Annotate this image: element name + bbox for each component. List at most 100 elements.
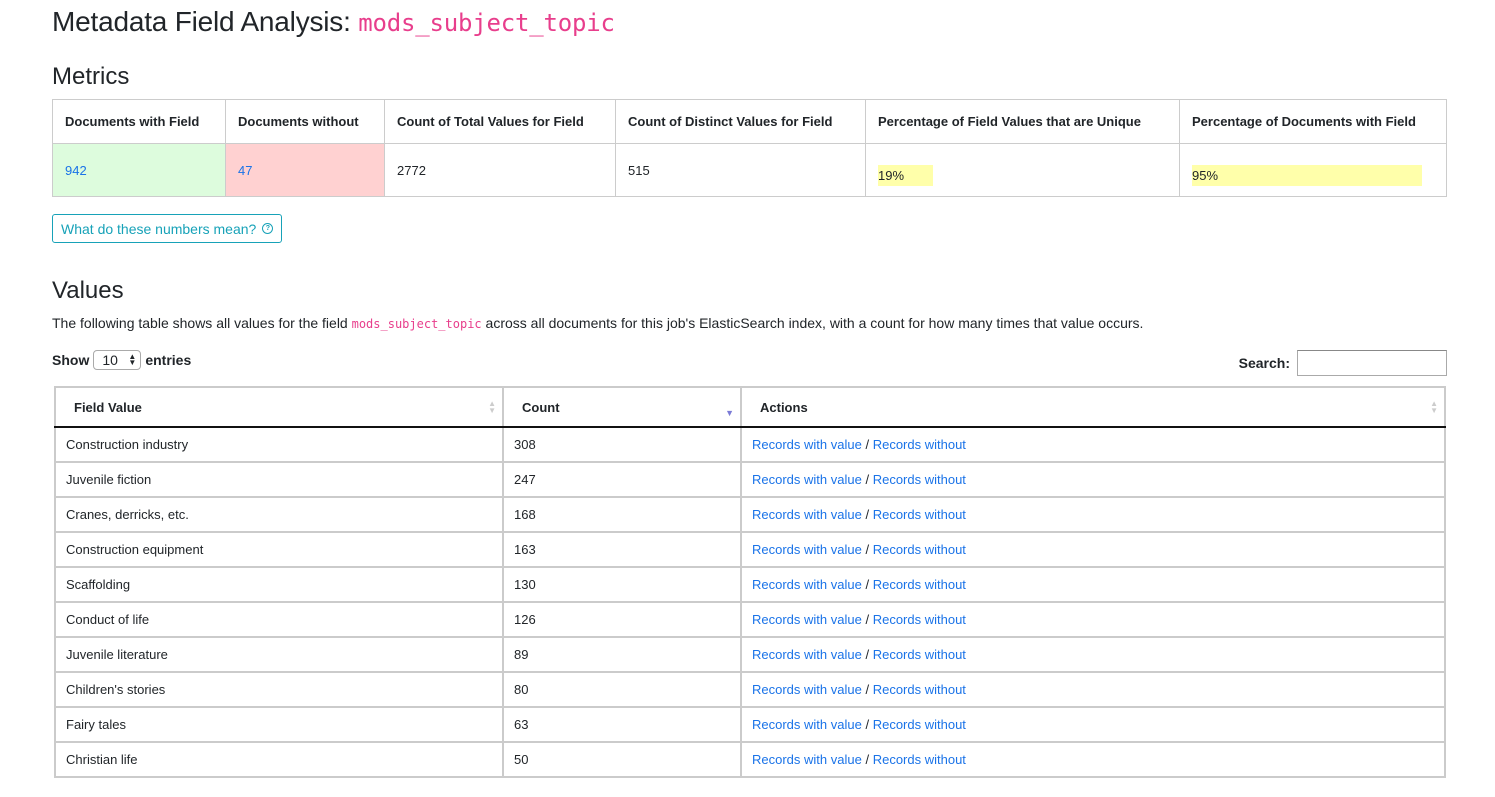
question-circle-icon: ? bbox=[262, 223, 274, 234]
metrics-header-docs-with: Documents with Field bbox=[52, 99, 226, 144]
docs-with-field-link[interactable]: 942 bbox=[65, 163, 87, 178]
column-header-field-value[interactable]: Field Value ▲ ▼ bbox=[54, 386, 504, 428]
records-with-value-link[interactable]: Records with value bbox=[752, 472, 862, 487]
records-with-value-link[interactable]: Records with value bbox=[752, 647, 862, 662]
column-header-count[interactable]: Count ▼ bbox=[502, 386, 742, 428]
column-header-label: Field Value bbox=[74, 399, 142, 415]
total-values-cell: 2772 bbox=[384, 143, 616, 197]
count-cell: 168 bbox=[502, 496, 742, 533]
table-row: Construction industry 308 Records with val… bbox=[54, 426, 1446, 463]
field-name: mods_subject_topic bbox=[358, 9, 615, 37]
values-description: The following table shows all values for… bbox=[52, 315, 1143, 331]
actions-cell: Records with value / Records without bbox=[740, 426, 1446, 463]
records-without-link[interactable]: Records without bbox=[873, 717, 966, 732]
action-separator: / bbox=[865, 542, 870, 557]
table-row: Children's stories 80 Records with value /… bbox=[54, 671, 1446, 708]
metrics-row: 942 47 2772 515 19% 95% bbox=[52, 143, 1447, 197]
table-row: Christian life 50 Records with value / Rec… bbox=[54, 741, 1446, 778]
records-with-value-link[interactable]: Records with value bbox=[752, 682, 862, 697]
count-cell: 247 bbox=[502, 461, 742, 498]
records-without-link[interactable]: Records without bbox=[873, 542, 966, 557]
metrics-heading: Metrics bbox=[52, 63, 130, 90]
records-without-link[interactable]: Records without bbox=[873, 577, 966, 592]
count-cell: 89 bbox=[502, 636, 742, 673]
metrics-header-docs-without: Documents without bbox=[225, 99, 385, 144]
desc-text-before: The following table shows all values for… bbox=[52, 315, 348, 331]
desc-field-name: mods_subject_topic bbox=[351, 317, 482, 331]
page-title: Metadata Field Analysis: mods_subject_to… bbox=[52, 6, 615, 38]
action-separator: / bbox=[865, 682, 870, 697]
docs-without-link[interactable]: 47 bbox=[238, 163, 252, 178]
field-value-cell: Construction industry bbox=[54, 426, 504, 463]
metrics-header-pct-unique: Percentage of Field Values that are Uniq… bbox=[865, 99, 1180, 144]
action-separator: / bbox=[865, 752, 870, 767]
sort-both-icon: ▲ ▼ bbox=[488, 399, 496, 415]
field-value-cell: Cranes, derricks, etc. bbox=[54, 496, 504, 533]
action-separator: / bbox=[865, 647, 870, 662]
page-title-prefix: Metadata Field Analysis: bbox=[52, 6, 351, 37]
table-row: Juvenile fiction 247 Records with value / … bbox=[54, 461, 1446, 498]
values-table: Field Value ▲ ▼ Count ▼ Actions ▲ ▼ Constr… bbox=[54, 386, 1446, 778]
records-without-link[interactable]: Records without bbox=[873, 752, 966, 767]
records-without-link[interactable]: Records without bbox=[873, 507, 966, 522]
action-separator: / bbox=[865, 507, 870, 522]
records-with-value-link[interactable]: Records with value bbox=[752, 612, 862, 627]
page-length-control: Show 10 ▲ ▼ entries bbox=[52, 350, 191, 370]
page-length-select[interactable]: 10 ▲ ▼ bbox=[93, 350, 142, 370]
field-value-cell: Juvenile fiction bbox=[54, 461, 504, 498]
actions-cell: Records with value / Records without bbox=[740, 601, 1446, 638]
count-cell: 126 bbox=[502, 601, 742, 638]
records-without-link[interactable]: Records without bbox=[873, 437, 966, 452]
records-with-value-link[interactable]: Records with value bbox=[752, 507, 862, 522]
action-separator: / bbox=[865, 717, 870, 732]
actions-cell: Records with value / Records without bbox=[740, 566, 1446, 603]
actions-cell: Records with value / Records without bbox=[740, 706, 1446, 743]
count-cell: 80 bbox=[502, 671, 742, 708]
actions-cell: Records with value / Records without bbox=[740, 636, 1446, 673]
records-with-value-link[interactable]: Records with value bbox=[752, 542, 862, 557]
search-input[interactable] bbox=[1297, 350, 1447, 376]
field-value-cell: Conduct of life bbox=[54, 601, 504, 638]
action-separator: / bbox=[865, 437, 870, 452]
table-row: Conduct of life 126 Records with value / R… bbox=[54, 601, 1446, 638]
records-with-value-link[interactable]: Records with value bbox=[752, 752, 862, 767]
pct-documents-bar: 95% bbox=[1192, 164, 1422, 186]
pct-unique-bar: 19% bbox=[878, 164, 933, 186]
select-spinner-icon: ▲ ▼ bbox=[128, 352, 137, 367]
action-separator: / bbox=[865, 612, 870, 627]
metrics-header-pct-documents: Percentage of Documents with Field bbox=[1179, 99, 1447, 144]
records-without-link[interactable]: Records without bbox=[873, 612, 966, 627]
field-value-cell: Fairy tales bbox=[54, 706, 504, 743]
actions-cell: Records with value / Records without bbox=[740, 741, 1446, 778]
count-cell: 50 bbox=[502, 741, 742, 778]
records-without-link[interactable]: Records without bbox=[873, 472, 966, 487]
docs-without-cell: 47 bbox=[225, 143, 385, 197]
action-separator: / bbox=[865, 577, 870, 592]
field-value-cell: Christian life bbox=[54, 741, 504, 778]
table-row: Juvenile literature 89 Records with value … bbox=[54, 636, 1446, 673]
field-value-cell: Construction equipment bbox=[54, 531, 504, 568]
field-value-cell: Juvenile literature bbox=[54, 636, 504, 673]
records-without-link[interactable]: Records without bbox=[873, 682, 966, 697]
docs-with-field-cell: 942 bbox=[52, 143, 226, 197]
column-header-actions[interactable]: Actions ▲ ▼ bbox=[740, 386, 1446, 428]
sort-both-icon: ▲ ▼ bbox=[1430, 399, 1438, 415]
search-control: Search: bbox=[1239, 350, 1447, 376]
field-value-cell: Children's stories bbox=[54, 671, 504, 708]
desc-text-after: across all documents for this job's Elas… bbox=[485, 315, 1144, 331]
records-with-value-link[interactable]: Records with value bbox=[752, 717, 862, 732]
values-heading: Values bbox=[52, 277, 124, 304]
column-header-label: Count bbox=[522, 399, 560, 415]
records-with-value-link[interactable]: Records with value bbox=[752, 577, 862, 592]
table-row: Cranes, derricks, etc. 168 Records with va… bbox=[54, 496, 1446, 533]
action-separator: / bbox=[865, 472, 870, 487]
table-row: Scaffolding 130 Records with value / Recor… bbox=[54, 566, 1446, 603]
records-with-value-link[interactable]: Records with value bbox=[752, 437, 862, 452]
metrics-header-distinct-values: Count of Distinct Values for Field bbox=[615, 99, 866, 144]
what-do-numbers-mean-button[interactable]: What do these numbers mean? ? bbox=[52, 214, 283, 243]
distinct-values-cell: 515 bbox=[615, 143, 866, 197]
metrics-header-total-values: Count of Total Values for Field bbox=[384, 99, 616, 144]
records-without-link[interactable]: Records without bbox=[873, 647, 966, 662]
entries-label: entries bbox=[145, 352, 192, 368]
metrics-table: Documents with Field Documents without C… bbox=[52, 99, 1447, 197]
